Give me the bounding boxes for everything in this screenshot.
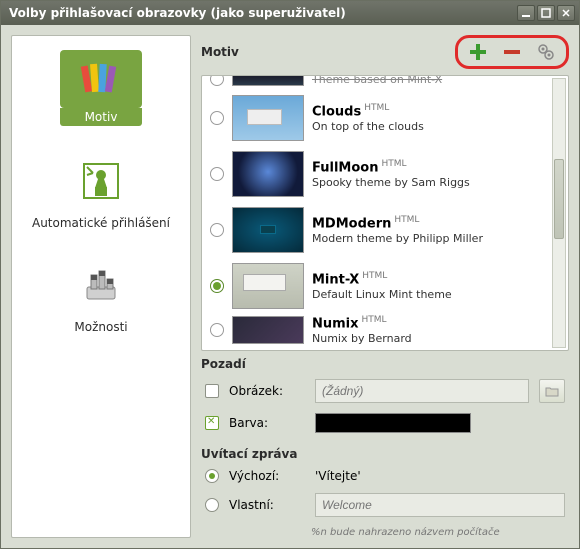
theme-actions-box: [455, 35, 569, 69]
theme-icon: [60, 50, 142, 108]
remove-theme-icon[interactable]: [502, 42, 522, 62]
theme-row[interactable]: NumixHTML Numix by Bernard: [202, 314, 568, 346]
motiv-header-row: Motiv: [201, 35, 569, 69]
theme-thumbnail: [232, 151, 304, 197]
theme-radio[interactable]: [210, 167, 224, 181]
theme-name: Mint-XHTML: [312, 271, 452, 287]
sidebar-item-label: Automatické přihlášení: [32, 216, 170, 230]
theme-desc: Numix by Bernard: [312, 332, 412, 345]
minimize-button[interactable]: [517, 5, 535, 21]
sidebar: Motiv Automatické přihlášení: [11, 35, 191, 538]
greeting-custom-label: Vlastní:: [229, 498, 305, 512]
theme-name: CloudsHTML: [312, 103, 424, 119]
theme-radio[interactable]: [210, 323, 224, 337]
theme-desc: Theme based on Mint-X: [312, 76, 442, 86]
background-color-checkbox[interactable]: [205, 416, 219, 430]
theme-desc: Spooky theme by Sam Riggs: [312, 176, 470, 189]
theme-name: NumixHTML: [312, 315, 412, 331]
background-image-row: Obrázek:: [201, 377, 569, 405]
theme-list: Theme based on Mint-X CloudsHTML On top …: [201, 75, 569, 351]
greeting-default-value: 'Vítejte': [315, 469, 361, 483]
theme-row[interactable]: MDModernHTML Modern theme by Philipp Mil…: [202, 202, 568, 258]
sidebar-item-options[interactable]: Možnosti: [60, 256, 142, 334]
window-title: Volby přihlašovací obrazovky (jako super…: [5, 6, 515, 20]
background-image-label: Obrázek:: [229, 384, 305, 398]
theme-radio[interactable]: [210, 223, 224, 237]
greeting-custom-radio[interactable]: [205, 498, 219, 512]
autologin-icon: [60, 152, 142, 210]
greeting-custom-row: Vlastní:: [201, 491, 569, 519]
sidebar-item-label: Motiv: [60, 108, 142, 126]
theme-thumbnail: [232, 76, 304, 86]
theme-desc: On top of the clouds: [312, 120, 424, 133]
section-header-pozadi: Pozadí: [201, 357, 569, 371]
greeting-note: %n bude nahrazeno názvem počítače: [201, 527, 569, 538]
sidebar-item-autologin[interactable]: Automatické přihlášení: [32, 152, 170, 230]
theme-row[interactable]: Mint-XHTML Default Linux Mint theme: [202, 258, 568, 314]
sidebar-item-label: Možnosti: [74, 320, 127, 334]
add-theme-icon[interactable]: [468, 42, 488, 62]
theme-desc: Modern theme by Philipp Miller: [312, 232, 483, 245]
theme-scrollbar[interactable]: [552, 78, 566, 348]
background-color-swatch[interactable]: [315, 413, 471, 433]
background-color-row: Barva:: [201, 411, 569, 435]
scroll-thumb[interactable]: [554, 159, 564, 239]
section-header-motiv: Motiv: [201, 45, 239, 59]
background-image-field[interactable]: [315, 379, 529, 403]
background-color-label: Barva:: [229, 416, 305, 430]
maximize-button[interactable]: [537, 5, 555, 21]
background-image-checkbox[interactable]: [205, 384, 219, 398]
theme-radio[interactable]: [210, 76, 224, 86]
folder-icon: [545, 385, 559, 397]
theme-thumbnail: [232, 207, 304, 253]
theme-thumbnail: [232, 95, 304, 141]
greeting-default-label: Výchozí:: [229, 469, 305, 483]
theme-row[interactable]: FullMoonHTML Spooky theme by Sam Riggs: [202, 146, 568, 202]
titlebar: Volby přihlašovací obrazovky (jako super…: [1, 1, 579, 25]
close-button[interactable]: [557, 5, 575, 21]
theme-thumbnail: [232, 316, 304, 344]
content-area: Motiv Automatické přihlášení: [1, 25, 579, 548]
main-panel: Motiv Theme based on Mint-X: [201, 35, 569, 538]
theme-row[interactable]: Theme based on Mint-X: [202, 76, 568, 90]
greeting-default-radio[interactable]: [205, 469, 219, 483]
theme-name: MDModernHTML: [312, 215, 483, 231]
theme-radio[interactable]: [210, 111, 224, 125]
theme-radio[interactable]: [210, 279, 224, 293]
theme-row[interactable]: CloudsHTML On top of the clouds: [202, 90, 568, 146]
theme-name: FullMoonHTML: [312, 159, 470, 175]
theme-desc: Default Linux Mint theme: [312, 288, 452, 301]
theme-thumbnail: [232, 263, 304, 309]
window-root: Volby přihlašovací obrazovky (jako super…: [0, 0, 580, 549]
sidebar-item-motiv[interactable]: Motiv: [60, 50, 142, 126]
greeting-custom-field[interactable]: [315, 493, 565, 517]
theme-settings-icon[interactable]: [536, 42, 556, 62]
options-icon: [60, 256, 142, 314]
greeting-default-row: Výchozí: 'Vítejte': [201, 467, 569, 485]
background-image-browse-button[interactable]: [539, 379, 565, 403]
section-header-uvitaci: Uvítací zpráva: [201, 447, 569, 461]
